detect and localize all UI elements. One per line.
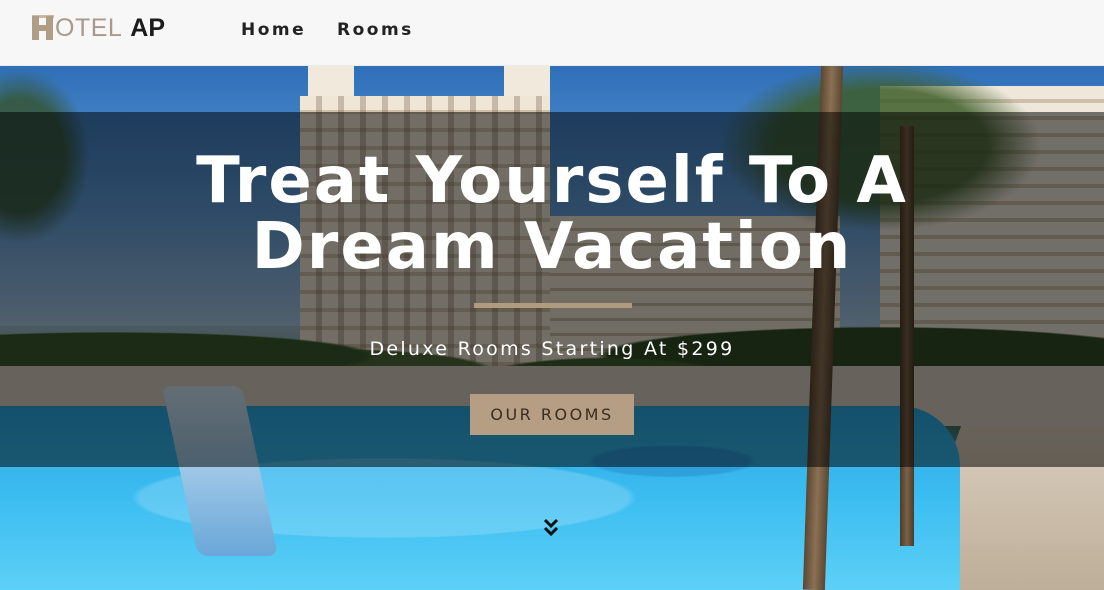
hero-subheadline: Deluxe Rooms Starting At $299 <box>369 338 735 360</box>
brand-logo[interactable]: OTEL AP <box>32 12 165 44</box>
headline-divider <box>474 303 632 308</box>
hero-headline-line2: Dream Vacation <box>251 210 853 284</box>
hero-section: Treat Yourself To A Dream Vacation Delux… <box>0 66 1104 590</box>
navbar: OTEL AP Home Rooms <box>0 0 1104 66</box>
hero-headline-line1: Treat Yourself To A <box>196 144 908 218</box>
brand-prefix: OTEL <box>55 13 123 42</box>
nav-link-home[interactable]: Home <box>241 20 306 40</box>
our-rooms-button[interactable]: OUR ROOMS <box>470 394 634 435</box>
nav-link-rooms[interactable]: Rooms <box>337 20 414 40</box>
double-chevron-down-icon[interactable] <box>543 518 559 538</box>
hero-headline: Treat Yourself To A Dream Vacation <box>0 148 1104 280</box>
brand-suffix: AP <box>130 13 166 42</box>
hotel-h-logo-icon <box>32 15 54 41</box>
